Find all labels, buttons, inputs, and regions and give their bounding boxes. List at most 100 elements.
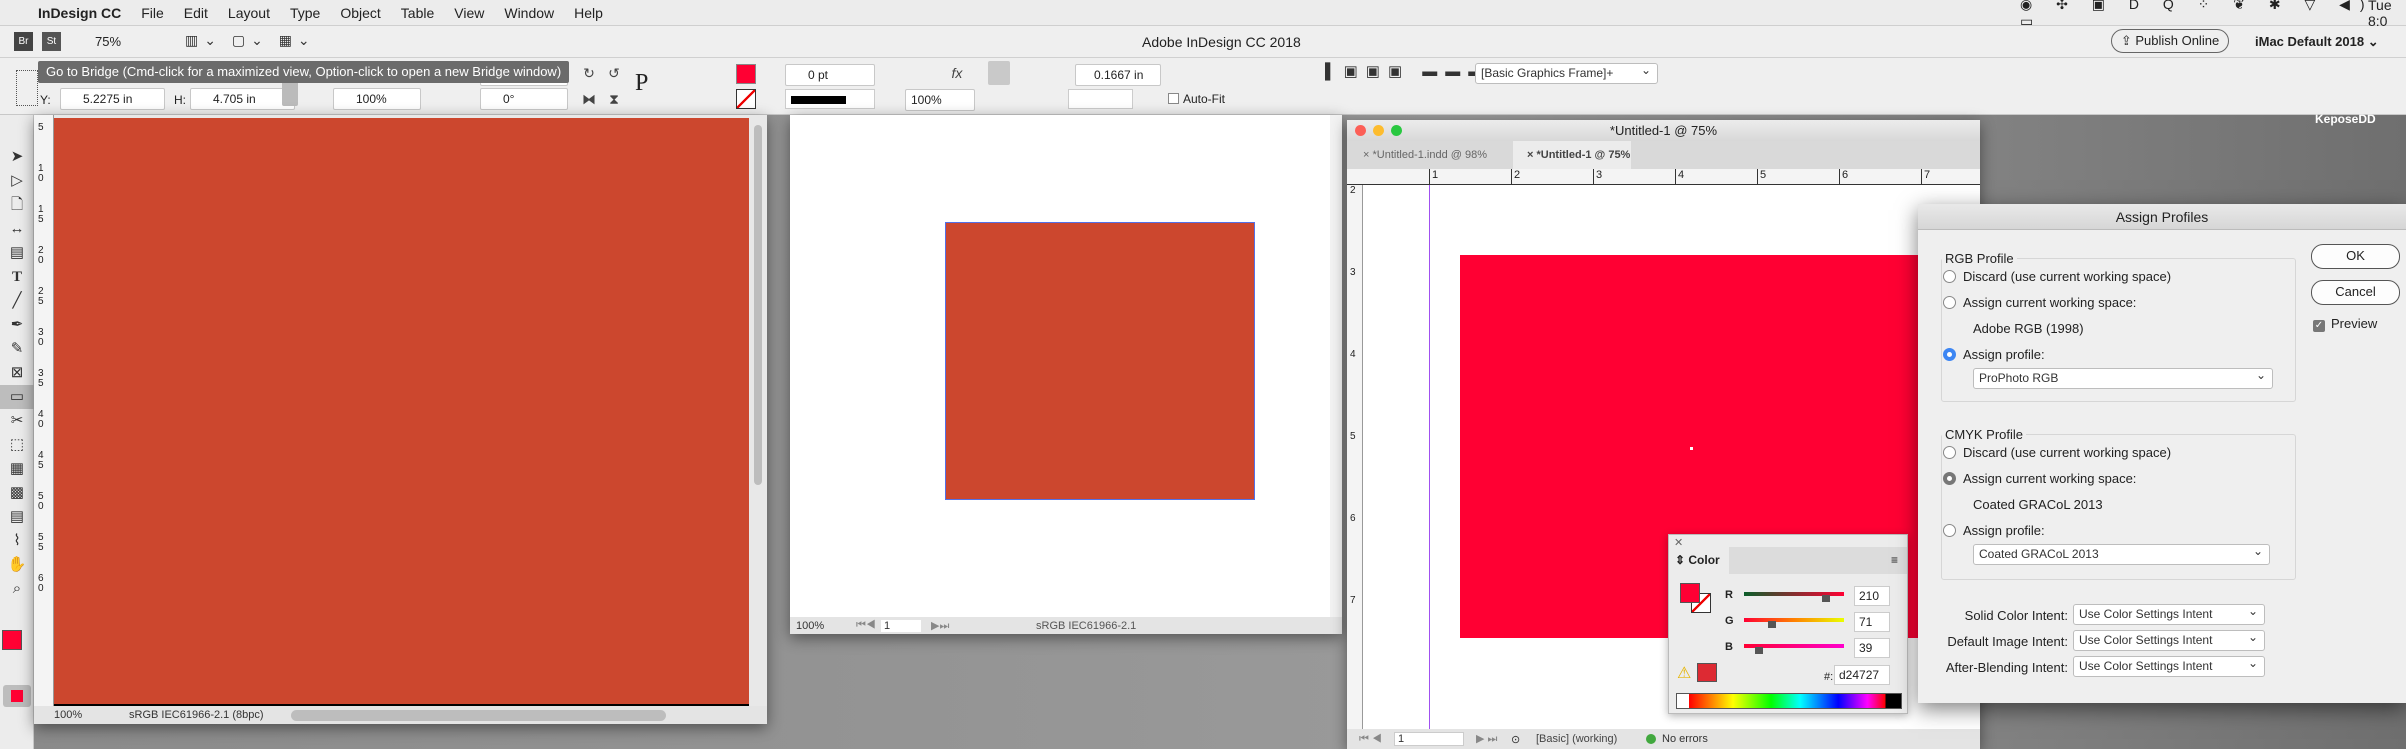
menu-table[interactable]: Table xyxy=(401,5,434,21)
panel-menu-icon[interactable]: ≡ xyxy=(1891,553,1898,567)
zoom-level-select[interactable]: 75% xyxy=(95,34,121,49)
app-menu[interactable]: InDesign CC xyxy=(38,5,121,21)
stock-button[interactable]: St xyxy=(42,32,61,51)
preflight-profile[interactable]: [Basic] (working) xyxy=(1536,733,1646,745)
page-tool[interactable]: 🗋 xyxy=(0,193,34,217)
default-image-intent-select[interactable]: Use Color Settings Intent xyxy=(2073,628,2265,651)
auto-fit-checkbox[interactable]: Auto-Fit xyxy=(1168,92,1225,106)
b-slider[interactable] xyxy=(1744,644,1844,654)
page-nav-first-prev[interactable]: ⏮◀ xyxy=(856,619,881,632)
menu-file[interactable]: File xyxy=(141,5,164,21)
scissors-tool[interactable]: ✂ xyxy=(0,409,34,433)
object-style-select[interactable]: [Basic Graphics Frame]+ xyxy=(1475,61,1658,84)
selected-rectangle[interactable] xyxy=(945,222,1255,500)
solid-color-intent-select[interactable]: Use Color Settings Intent xyxy=(2073,602,2265,625)
pencil-tool[interactable]: ✎ xyxy=(0,337,34,361)
menu-layout[interactable]: Layout xyxy=(228,5,270,21)
gradient-feather-tool[interactable]: ▩ xyxy=(0,481,34,505)
type-tool[interactable]: T xyxy=(0,265,34,289)
page-nav-first-prev[interactable]: ⏮ ◀ xyxy=(1359,733,1394,746)
rgb-profile-select[interactable]: ProPhoto RGB xyxy=(1973,366,2273,389)
close-window-button[interactable] xyxy=(1355,125,1366,136)
menu-window[interactable]: Window xyxy=(504,5,554,21)
b-slider-thumb[interactable] xyxy=(1755,647,1763,654)
vertical-scrollbar[interactable] xyxy=(752,115,764,706)
reference-point-icon[interactable] xyxy=(16,70,38,106)
out-of-gamut-warning-icon[interactable]: ⚠ xyxy=(1677,663,1691,683)
menu-help[interactable]: Help xyxy=(574,5,603,21)
note-tool[interactable]: ▤ xyxy=(0,505,34,529)
corner-select[interactable] xyxy=(1068,89,1133,109)
selection-tool[interactable]: ➤ xyxy=(0,145,34,169)
view-options-icons[interactable]: ▥⌄ ▢⌄ ▦⌄ xyxy=(185,32,316,49)
page-nav-next-last[interactable]: ▶ ⏭ xyxy=(1476,732,1511,746)
gap-field[interactable]: 0.1667 in xyxy=(1075,64,1161,86)
cmyk-assign-current-radio[interactable]: Assign current working space: xyxy=(1943,471,2136,486)
zoom-window-button[interactable] xyxy=(1391,125,1402,136)
cmyk-assign-profile-radio[interactable]: Assign profile: xyxy=(1943,523,2045,538)
flip-horizontal-icon[interactable]: ⧓ xyxy=(580,90,598,108)
menu-object[interactable]: Object xyxy=(340,5,380,21)
cmyk-profile-select[interactable]: Coated GRACoL 2013 xyxy=(1973,542,2270,565)
after-blending-intent-select[interactable]: Use Color Settings Intent xyxy=(2073,654,2265,677)
minimize-window-button[interactable] xyxy=(1373,125,1384,136)
pen-tool[interactable]: ✒ xyxy=(0,313,34,337)
page-field[interactable]: 1 xyxy=(1394,732,1464,746)
text-wrap-icon[interactable] xyxy=(988,61,1010,85)
publish-online-button[interactable]: ⇪ Publish Online xyxy=(2111,29,2229,53)
vertical-scrollbar[interactable] xyxy=(1330,115,1342,617)
line-tool[interactable]: ╱ xyxy=(0,289,34,313)
panel-tab-color[interactable]: ⇕ Color xyxy=(1669,547,1729,574)
flip-vertical-icon[interactable]: ⧗ xyxy=(605,90,623,108)
y-field[interactable]: 5.2275 in xyxy=(60,88,165,110)
r-slider-thumb[interactable] xyxy=(1822,595,1830,602)
gamut-correction-swatch[interactable] xyxy=(1697,663,1717,682)
fx-icon[interactable]: fx xyxy=(948,64,966,82)
gap-tool[interactable]: ↔ xyxy=(0,217,34,241)
cmyk-discard-radio[interactable]: Discard (use current working space) xyxy=(1943,445,2171,460)
rgb-assign-current-radio[interactable]: Assign current working space: xyxy=(1943,295,2136,310)
page-nav-next-last[interactable]: ▶⏭ xyxy=(931,619,991,633)
fill-swatch[interactable] xyxy=(1680,583,1700,603)
opacity-field[interactable]: 100% xyxy=(905,89,975,111)
hex-value[interactable]: d24727 xyxy=(1834,665,1890,685)
scale-field[interactable]: 100% xyxy=(333,88,421,110)
b-value[interactable]: 39 xyxy=(1854,638,1890,658)
stroke-swatch-none[interactable] xyxy=(736,89,756,109)
tab-untitled-indd[interactable]: × *Untitled-1.indd @ 98% xyxy=(1347,141,1507,169)
rgb-assign-profile-radio[interactable]: Assign profile: xyxy=(1943,347,2045,362)
eyedropper-tool[interactable]: ⌇ xyxy=(0,529,34,553)
g-slider[interactable] xyxy=(1744,618,1844,628)
content-collector-tool[interactable]: ▤ xyxy=(0,241,34,265)
rectangle-frame-tool[interactable]: ⊠ xyxy=(0,361,34,385)
tab-untitled-active[interactable]: × *Untitled-1 @ 75% xyxy=(1513,141,1631,169)
zoom-field[interactable]: 100% xyxy=(796,620,856,632)
menu-view[interactable]: View xyxy=(454,5,484,21)
page-field[interactable]: 1 xyxy=(881,619,921,632)
screen-mode-button[interactable] xyxy=(3,685,31,707)
gradient-swatch-tool[interactable]: ▦ xyxy=(0,457,34,481)
r-slider[interactable] xyxy=(1744,592,1844,602)
menu-type[interactable]: Type xyxy=(290,5,320,21)
rotate-cw-icon[interactable]: ↻ xyxy=(580,64,598,82)
menu-edit[interactable]: Edit xyxy=(184,5,208,21)
bridge-button[interactable]: Br xyxy=(14,32,33,51)
horizontal-scrollbar[interactable] xyxy=(291,709,666,721)
stroke-type-select[interactable] xyxy=(785,89,875,109)
fill-color-swatch[interactable] xyxy=(2,630,22,650)
cancel-button[interactable]: Cancel xyxy=(2311,280,2400,305)
g-value[interactable]: 71 xyxy=(1854,612,1890,632)
free-transform-tool[interactable]: ⬚ xyxy=(0,433,34,457)
shear-field[interactable]: 0° xyxy=(480,88,568,110)
constrain-link-icon[interactable] xyxy=(282,80,298,106)
direct-selection-tool[interactable]: ▷ xyxy=(0,169,34,193)
rgb-discard-radio[interactable]: Discard (use current working space) xyxy=(1943,269,2171,284)
stroke-weight-field[interactable]: 0 pt xyxy=(785,64,875,86)
zoom-field[interactable]: 100% xyxy=(54,709,114,721)
preflight-profile-icon[interactable]: ⊙ xyxy=(1511,733,1536,746)
g-slider-thumb[interactable] xyxy=(1768,621,1776,628)
rotate-ccw-icon[interactable]: ↺ xyxy=(605,64,623,82)
h-field[interactable]: 4.705 in xyxy=(190,88,295,110)
color-spectrum-ramp[interactable] xyxy=(1676,693,1902,709)
rectangle-tool[interactable]: ▭ xyxy=(0,385,34,409)
